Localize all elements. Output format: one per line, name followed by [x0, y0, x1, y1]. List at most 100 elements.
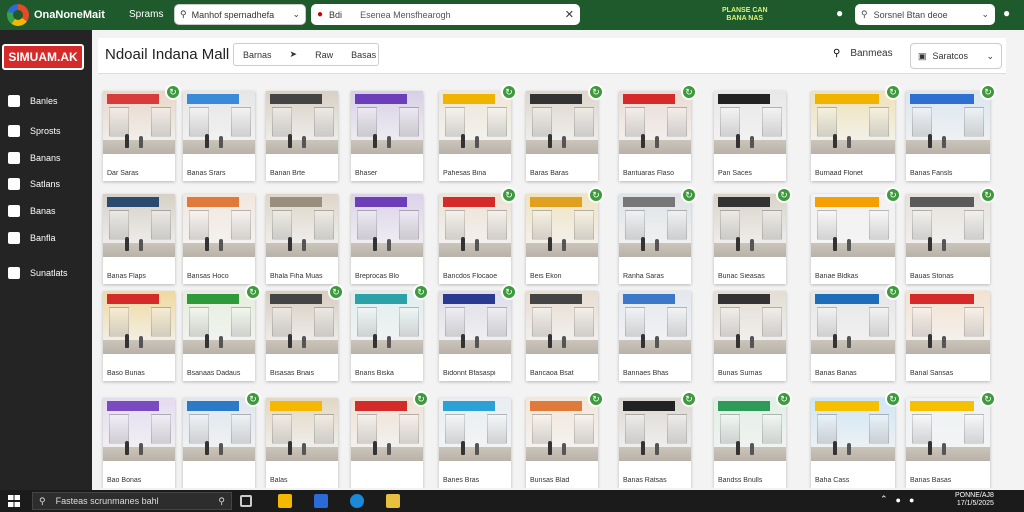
favorite-badge-icon[interactable]: ↻: [980, 391, 996, 407]
chevron-up-icon[interactable]: ⌃: [880, 494, 888, 505]
store-card[interactable]: Banas Flaps: [103, 194, 175, 284]
store-card[interactable]: Ranha Saras ↻: [619, 187, 697, 284]
store-card[interactable]: Banas Banas ↻: [811, 284, 901, 381]
store-card[interactable]: Banas Srars: [183, 91, 255, 181]
favorite-badge-icon[interactable]: ↻: [501, 284, 517, 300]
favorite-badge-icon[interactable]: ↻: [885, 84, 901, 100]
store-card[interactable]: Bhala Fiha Muas: [266, 194, 338, 284]
header-right-label[interactable]: Banmeas: [850, 48, 892, 59]
sidebar-item-3[interactable]: Banans: [8, 149, 61, 167]
favorite-badge-icon[interactable]: ↻: [980, 84, 996, 100]
top-search-box[interactable]: ⚲ Manhof spernadhefa ⌄: [174, 4, 306, 25]
sidebar-item-4[interactable]: Satlans: [8, 175, 60, 193]
favorite-badge-icon[interactable]: ↻: [501, 187, 517, 203]
browser-icon[interactable]: [350, 494, 364, 508]
store-card[interactable]: Banae Bldkas ↻: [811, 187, 901, 284]
favorite-badge-icon[interactable]: ↻: [328, 284, 344, 300]
favorite-badge-icon[interactable]: ↻: [681, 391, 697, 407]
store-card[interactable]: Banes Bras: [439, 398, 511, 488]
app-icon[interactable]: [386, 494, 400, 508]
favorite-badge-icon[interactable]: ↻: [501, 84, 517, 100]
volume-icon[interactable]: ●: [909, 495, 914, 505]
sidebar-item-6[interactable]: Banfla: [8, 229, 56, 247]
store-card[interactable]: Bunsas Blad ↻: [526, 391, 604, 488]
store-card[interactable]: Bisasas Bnais ↻: [266, 284, 344, 381]
favorite-badge-icon[interactable]: ↻: [885, 284, 901, 300]
store-card[interactable]: Bhaser: [351, 91, 423, 181]
favorite-badge-icon[interactable]: ↻: [980, 187, 996, 203]
store-card[interactable]: Banal Sansas: [906, 291, 990, 381]
store-card[interactable]: Bunac Sieasas ↻: [714, 187, 792, 284]
favorite-badge-icon[interactable]: ↻: [776, 391, 792, 407]
top-search-text[interactable]: Manhof spernadhefa: [192, 10, 293, 20]
right-search-box[interactable]: ⚲ Sorsnel Btan deoe ⌄: [855, 4, 995, 25]
app-logo[interactable]: [7, 4, 29, 26]
favorite-badge-icon[interactable]: ↻: [885, 391, 901, 407]
store-card[interactable]: Pahesas Bina ↻: [439, 84, 517, 181]
store-card[interactable]: ↻: [183, 391, 261, 488]
store-card[interactable]: Bao Bonas: [103, 398, 175, 488]
url-bar[interactable]: ● Bdi Esenea Mensfhearogh ✕: [311, 4, 580, 25]
store-card[interactable]: Beis Ekon ↻: [526, 187, 604, 284]
windows-start-icon[interactable]: [8, 495, 20, 507]
favorite-badge-icon[interactable]: ↻: [245, 391, 261, 407]
brand-logo[interactable]: SIMUAM.AK: [2, 44, 84, 70]
favorite-badge-icon[interactable]: ↻: [885, 187, 901, 203]
tab-1[interactable]: Barnas: [234, 50, 281, 60]
favorite-badge-icon[interactable]: ↻: [413, 391, 429, 407]
url-text[interactable]: Esenea Mensfhearogh: [360, 10, 565, 20]
favorite-badge-icon[interactable]: ↻: [588, 187, 604, 203]
favorite-badge-icon[interactable]: ↻: [588, 84, 604, 100]
favorite-badge-icon[interactable]: ↻: [681, 187, 697, 203]
tab-3[interactable]: Basas: [342, 50, 385, 60]
store-card[interactable]: Baha Cass ↻: [811, 391, 901, 488]
right-search-text[interactable]: Sorsnel Btan deoe: [874, 10, 982, 20]
favorite-badge-icon[interactable]: ↻: [245, 284, 261, 300]
store-card[interactable]: Banan Brte: [266, 91, 338, 181]
favorite-badge-icon[interactable]: ↻: [588, 391, 604, 407]
store-card[interactable]: Balas: [266, 398, 338, 488]
user-icon[interactable]: ●: [1003, 6, 1010, 20]
close-icon[interactable]: ✕: [565, 8, 574, 21]
store-card[interactable]: Banas Fansls ↻: [906, 84, 996, 181]
sidebar-item-1[interactable]: Banles: [8, 92, 58, 110]
store-card[interactable]: Bannaes Bhas: [619, 291, 691, 381]
sidebar-item-2[interactable]: Sprosts: [8, 122, 61, 140]
store-card[interactable]: Bansas Hoco: [183, 194, 255, 284]
top-menu-item[interactable]: Sprams: [129, 9, 163, 20]
favorite-badge-icon[interactable]: ↻: [776, 187, 792, 203]
chevron-down-icon[interactable]: ⌄: [981, 9, 989, 20]
folder-icon[interactable]: [278, 494, 292, 508]
store-card[interactable]: Breprocas Blo: [351, 194, 423, 284]
store-card[interactable]: Pan Saces: [714, 91, 786, 181]
favorite-badge-icon[interactable]: ↻: [413, 284, 429, 300]
store-card[interactable]: Banas Basas ↻: [906, 391, 996, 488]
store-card[interactable]: Bnans Biska ↻: [351, 284, 429, 381]
store-card[interactable]: Bandss Bnulls ↻: [714, 391, 792, 488]
store-card[interactable]: Burnaad Flonet ↻: [811, 84, 901, 181]
store-card[interactable]: Baso Bunas: [103, 291, 175, 381]
store-card[interactable]: Bancdos Flocaoe ↻: [439, 187, 517, 284]
clock[interactable]: PONNE/AJ8 17/1/5/2025: [955, 492, 994, 508]
store-card[interactable]: Dar Saras ↻: [103, 84, 181, 181]
store-card[interactable]: Bauas Stonas ↻: [906, 187, 996, 284]
store-card[interactable]: Bsanaas Dadaus ↻: [183, 284, 261, 381]
chevron-down-icon[interactable]: ⌄: [292, 9, 300, 20]
store-card[interactable]: Bidonnt Bfasaspi ↻: [439, 284, 517, 381]
search-submit-icon[interactable]: ⚲: [218, 496, 225, 507]
filter-button[interactable]: ▣ Saratcos ⌄: [910, 43, 1002, 69]
store-card[interactable]: Bantuaras Flaso ↻: [619, 84, 697, 181]
store-card[interactable]: Bunas Surnas: [714, 291, 786, 381]
store-card[interactable]: Banas Ratsas ↻: [619, 391, 697, 488]
tab-2[interactable]: Raw: [306, 50, 342, 60]
task-view-icon[interactable]: [240, 495, 252, 507]
sidebar-item-5[interactable]: Banas: [8, 202, 56, 220]
store-card[interactable]: ↻: [351, 391, 429, 488]
header-search[interactable]: ⚲ Banmeas: [833, 48, 893, 59]
taskbar-search-text[interactable]: Fasteas scrunmanes bahl: [56, 496, 219, 506]
taskbar-search[interactable]: ⚲ Fasteas scrunmanes bahl ⚲: [32, 492, 232, 510]
sidebar-item-7[interactable]: Sunatlats: [8, 264, 68, 282]
favorite-badge-icon[interactable]: ↻: [681, 84, 697, 100]
network-icon[interactable]: ●: [896, 495, 901, 505]
store-card[interactable]: Baras Baras ↻: [526, 84, 604, 181]
